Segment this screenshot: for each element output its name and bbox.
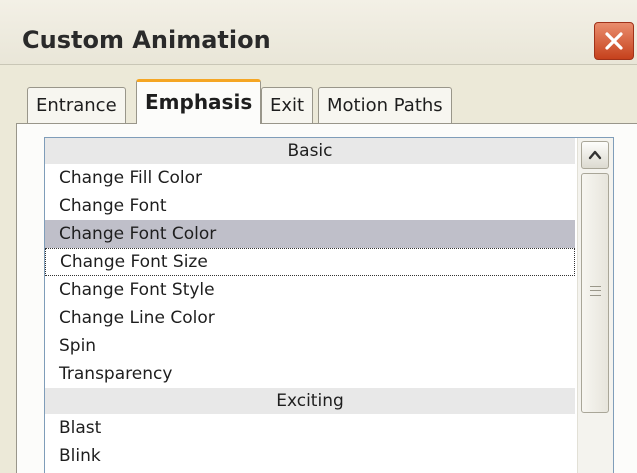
group-header-basic: Basic <box>45 138 575 164</box>
title-bar[interactable]: Custom Animation <box>0 0 637 65</box>
tab-entrance[interactable]: Entrance <box>27 87 126 123</box>
tab-label: Motion Paths <box>327 95 443 116</box>
list-item[interactable]: Change Font Style <box>45 276 575 304</box>
list-item[interactable]: Spin <box>45 332 575 360</box>
list-item[interactable]: Transparency <box>45 360 575 388</box>
list-item-selected[interactable]: Change Font Color <box>45 220 575 248</box>
vertical-scrollbar[interactable] <box>577 138 613 473</box>
chevron-up-icon <box>588 150 602 160</box>
list-item[interactable]: Change Font <box>45 192 575 220</box>
scroll-grip-icon <box>590 286 601 296</box>
tab-label: Emphasis <box>145 90 253 114</box>
list-item[interactable]: Blast <box>45 414 575 442</box>
scroll-up-button[interactable] <box>581 141 609 169</box>
list-item[interactable]: Change Fill Color <box>45 164 575 192</box>
custom-animation-dialog: Custom Animation Entrance Emphasis Exit … <box>0 0 637 473</box>
tab-label: Entrance <box>36 95 117 116</box>
effects-list: Basic Change Fill Color Change Font Chan… <box>45 138 575 470</box>
effects-listbox[interactable]: Basic Change Fill Color Change Font Chan… <box>44 137 614 473</box>
list-item[interactable]: Change Line Color <box>45 304 575 332</box>
tab-emphasis[interactable]: Emphasis <box>136 79 262 124</box>
list-item[interactable]: Blink <box>45 442 575 470</box>
tab-motion-paths[interactable]: Motion Paths <box>318 87 452 123</box>
close-icon <box>605 32 623 50</box>
tab-exit[interactable]: Exit <box>261 87 314 123</box>
list-item-focused[interactable]: Change Font Size <box>45 248 575 276</box>
scroll-thumb[interactable] <box>581 173 609 413</box>
close-button[interactable] <box>594 22 634 60</box>
group-header-exciting: Exciting <box>45 388 575 414</box>
dialog-title: Custom Animation <box>22 26 271 54</box>
tab-label: Exit <box>270 95 305 116</box>
